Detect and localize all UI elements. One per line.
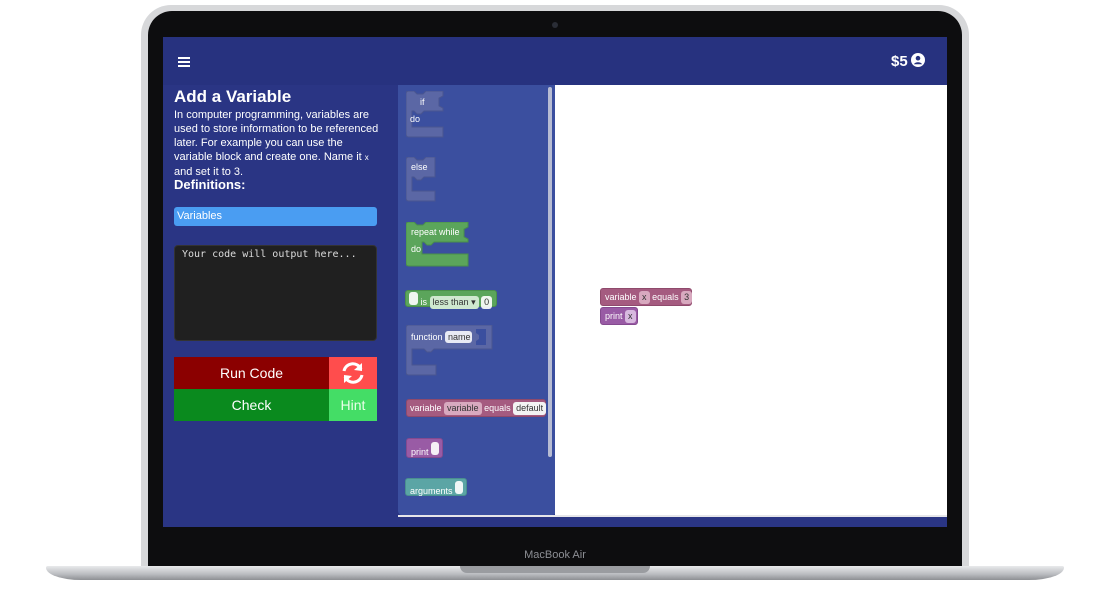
hamburger-menu-icon[interactable] xyxy=(178,57,190,67)
compare-operator-value: less than xyxy=(432,297,469,307)
workspace-bottom-edge xyxy=(398,515,947,517)
arguments-block[interactable]: arguments xyxy=(405,478,467,496)
print-block[interactable]: print xyxy=(406,438,443,458)
function-label: function xyxy=(411,332,443,342)
if-block[interactable]: if do xyxy=(406,91,450,141)
else-block[interactable]: else xyxy=(406,157,442,205)
workspace-print-block[interactable]: print x xyxy=(600,307,638,325)
print-arg-slot[interactable] xyxy=(431,442,440,455)
function-name-value: name xyxy=(448,332,471,342)
else-label: else xyxy=(411,162,428,172)
compare-operator-dropdown[interactable]: less than ▾ xyxy=(429,296,479,309)
code-output-console: Your code will output here... xyxy=(174,245,377,341)
code-workspace[interactable]: variable x equals 3 print x xyxy=(555,85,947,515)
lesson-description: In computer programming, variables are u… xyxy=(174,108,380,179)
definition-variables-button[interactable]: Variables xyxy=(174,207,377,226)
repeat-while-block[interactable]: repeat while do xyxy=(406,222,474,270)
workspace-variable-label: variable xyxy=(605,292,637,302)
variable-label: variable xyxy=(410,403,442,413)
run-code-button[interactable]: Run Code xyxy=(174,357,329,389)
coin-balance: $5 xyxy=(891,53,908,70)
workspace-print-arg[interactable]: x xyxy=(625,310,636,323)
workspace-value-field[interactable]: 3 xyxy=(681,291,693,304)
check-button[interactable]: Check xyxy=(174,389,329,421)
compare-value-field[interactable]: 0 xyxy=(481,296,493,309)
arguments-slot[interactable] xyxy=(455,481,464,494)
if-do-label: do xyxy=(410,114,420,124)
compare-left-slot[interactable] xyxy=(409,292,418,305)
device-label: MacBook Air xyxy=(524,549,586,561)
workspace-var-name-field[interactable]: x xyxy=(639,291,650,304)
if-label: if xyxy=(420,97,425,107)
definitions-heading: Definitions: xyxy=(174,177,246,192)
lesson-variable-name: x xyxy=(364,153,369,162)
is-label: is xyxy=(420,297,428,307)
repeat-do-label: do xyxy=(411,244,421,254)
block-toolbox: if do else repeat while do is less than … xyxy=(398,85,556,515)
refresh-icon xyxy=(342,362,364,384)
repeat-while-label: repeat while xyxy=(411,227,460,237)
print-label: print xyxy=(411,447,429,457)
user-account-icon[interactable] xyxy=(911,53,925,67)
workspace-equals-label: equals xyxy=(652,292,679,302)
workspace-variable-block[interactable]: variable x equals 3 xyxy=(600,288,693,306)
hint-button[interactable]: Hint xyxy=(329,389,377,421)
equals-label: equals xyxy=(484,403,511,413)
variable-assign-block[interactable]: variable variable equals default xyxy=(406,399,547,417)
compare-block[interactable]: is less than ▾ 0 xyxy=(405,290,497,309)
app-screen: $5 Add a Variable In computer programmin… xyxy=(163,37,947,527)
workspace-print-label: print xyxy=(605,311,623,321)
arguments-label: arguments xyxy=(410,486,453,496)
variable-name-field[interactable]: variable xyxy=(444,402,482,415)
top-bar: $5 xyxy=(163,37,947,85)
refresh-button[interactable] xyxy=(329,357,377,389)
webcam xyxy=(552,22,558,28)
lesson-title: Add a Variable xyxy=(174,87,292,106)
toolbox-scrollbar[interactable] xyxy=(548,87,552,457)
function-block[interactable]: function name xyxy=(406,325,496,381)
lesson-description-text: In computer programming, variables are u… xyxy=(174,109,379,163)
default-value-field[interactable]: default xyxy=(513,402,547,415)
laptop-notch xyxy=(460,566,650,573)
lesson-panel: Add a Variable In computer programming, … xyxy=(163,85,388,527)
